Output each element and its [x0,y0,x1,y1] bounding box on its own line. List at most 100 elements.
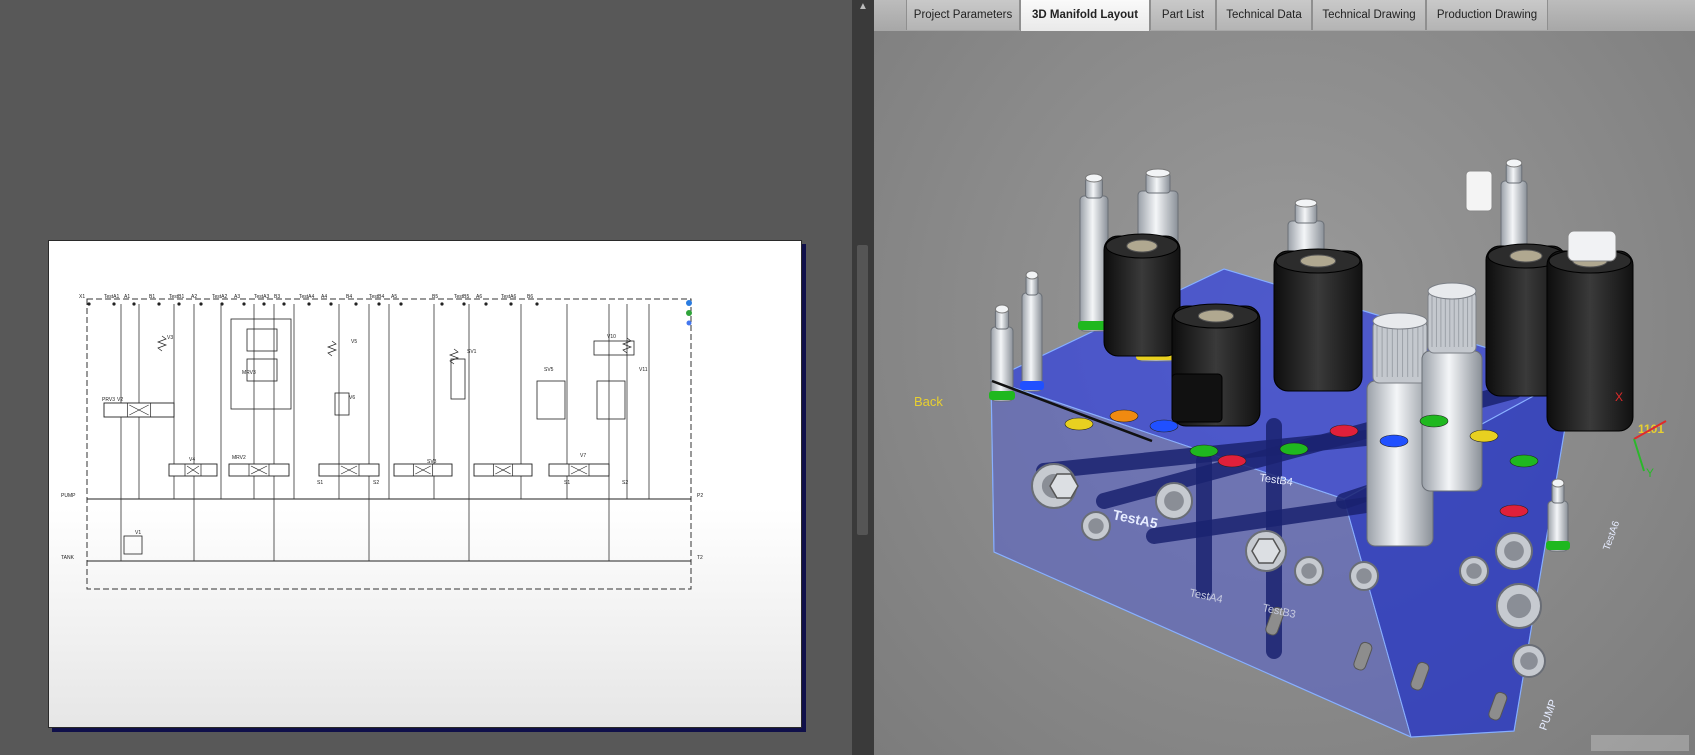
port-dot [199,302,203,306]
schematic-pane: X1 TestA1 A1 B1 TestB1 A2 TestA2 A3 TestA3 B3 Test… [0,0,852,755]
port-dot [282,302,286,306]
coil-nut [1509,249,1543,263]
port-dot [329,302,333,306]
hydraulic-schematic: X1 TestA1 A1 B1 TestB1 A2 TestA2 A3 TestA3 B3 Test… [61,294,703,590]
hex-plug [1251,538,1281,564]
port-bore [1506,593,1532,619]
3d-viewport[interactable]: BackTestA5TestA4TestB3TestB4TestA6PUMP11… [874,31,1695,755]
port-bore [1356,568,1372,584]
valve-cap [1145,168,1171,178]
port-label: TestA3 [254,294,270,300]
seal-ring [1499,504,1529,518]
valve-adjuster [1465,170,1493,212]
component-label: S1 [317,480,323,486]
port-label: B4 [346,294,352,300]
coil-nut [1126,239,1158,253]
scroll-up-arrow-icon[interactable]: ▲ [855,0,871,14]
spring-symbol [157,335,167,352]
valve-cap [1551,478,1565,488]
port-dot [307,302,311,306]
valve-cap [994,304,1010,314]
component-label: V4 [189,457,195,463]
port-label: B5 [432,294,438,300]
blue-marker-icon [686,300,692,306]
port-dot [87,302,91,306]
seal-ring [1279,442,1309,456]
port-bore [1164,491,1184,511]
knob-top [1372,312,1428,330]
component-label: V11 [639,367,648,373]
hex-plug [1049,473,1079,499]
tab-technical-data[interactable]: Technical Data [1216,0,1312,30]
manifold-3d-model[interactable]: BackTestA5TestA4TestB3TestB4TestA6PUMP11… [874,31,1695,755]
port-dot [242,302,246,306]
scrollbar-thumb[interactable] [857,245,868,535]
solenoid-coil [1546,250,1634,432]
cartridge-valve [1021,292,1043,392]
port-label: TestB4 [369,294,385,300]
component-label: V6 [349,395,355,401]
rail-label-pump: PUMP [61,493,76,499]
component-label: V5 [351,339,357,345]
coil-nut [1197,309,1235,323]
tab-part-list[interactable]: Part List [1150,0,1216,30]
port-label: TestA1 [104,294,120,300]
seal-ring [1217,454,1247,468]
port-label: A6 [476,294,482,300]
port-dot [399,302,403,306]
seal-ring [989,391,1015,400]
port-dot [177,302,181,306]
port-label: A1 [124,294,130,300]
tab-technical-drawing[interactable]: Technical Drawing [1312,0,1426,30]
component-label: SV5 [544,367,554,373]
seal-ring [1109,409,1139,423]
tab-bar: Project Parameters 3D Manifold Layout Pa… [874,0,1695,32]
tab-3d-manifold-layout[interactable]: 3D Manifold Layout [1020,0,1150,31]
port-label: TestA4 [299,294,315,300]
port-dot [440,302,444,306]
seal-ring [1020,381,1044,390]
component-label: V10 [607,334,616,340]
manifold-pane: Project Parameters 3D Manifold Layout Pa… [874,0,1695,755]
component-symbol [450,358,466,400]
rail-label-p2: P2 [697,493,703,499]
face-label-back: Back [914,394,943,409]
port-dot [509,302,513,306]
port-label: A3 [234,294,240,300]
port-dot [132,302,136,306]
seal-ring [1546,541,1570,550]
port-label: TestB5 [454,294,470,300]
component-label: V1 [135,530,141,536]
schematic-sheet[interactable]: X1 TestA1 A1 B1 TestB1 A2 TestA2 A3 TestA3 B3 Test… [48,240,802,728]
component-label: S2 [622,480,628,486]
seal-ring [1329,424,1359,438]
tab-production-drawing[interactable]: Production Drawing [1426,0,1548,30]
y-axis-label: Y [1646,466,1654,480]
port-bore [1504,541,1524,561]
seal-ring [1469,429,1499,443]
coil-nut [1299,254,1337,268]
seal-ring [1509,454,1539,468]
port-dot [535,302,539,306]
y-axis-arrow [1633,438,1645,472]
valve-cap [1025,270,1039,280]
knurled-knob [1427,290,1477,354]
component-label: V3 [167,335,173,341]
port-dot [157,302,161,306]
tab-project-parameters[interactable]: Project Parameters [906,0,1020,30]
port-label: B6 [527,294,533,300]
component-symbol [230,318,292,410]
pane-splitter[interactable]: ▲ [852,0,874,755]
port-dot [462,302,466,306]
seal-ring [1064,417,1094,431]
component-label: S2 [373,480,379,486]
port-dot [112,302,116,306]
port-bore [1520,652,1538,670]
valve-cap [1085,173,1103,183]
component-label: S1 [564,480,570,486]
component-symbol [123,535,143,555]
cartridge-valve [990,326,1014,402]
port-label: B1 [149,294,155,300]
component-symbol [246,328,278,352]
port-label: B3 [274,294,280,300]
